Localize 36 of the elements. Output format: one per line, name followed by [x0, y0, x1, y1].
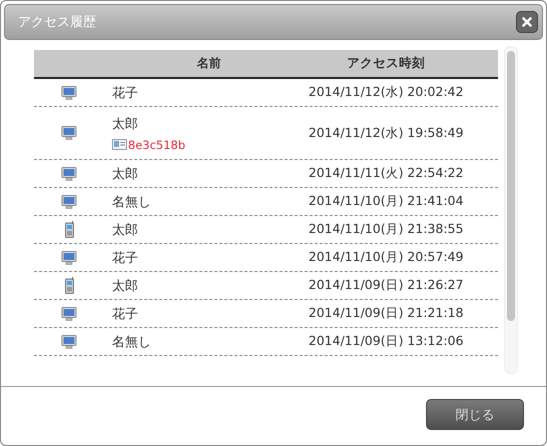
time-cell-text: 2014/11/10(月) 20:57:49 [308, 249, 464, 266]
time-cell-text: 2014/11/09(日) 21:21:18 [308, 305, 464, 322]
column-header: 名前 [196, 55, 222, 72]
name-cell-text: 太郎 [112, 278, 139, 294]
close-icon [522, 17, 532, 27]
name-cell-text: 花子 [112, 306, 139, 322]
monitor-icon [61, 250, 77, 264]
scrollbar[interactable] [504, 46, 518, 374]
name-cell-text: 太郎 [112, 166, 139, 182]
window-title: アクセス履歴 [18, 14, 96, 31]
phone-icon [64, 277, 74, 294]
time-cell-text: 2014/11/09(日) 13:12:06 [308, 333, 464, 350]
monitor-icon [61, 126, 77, 140]
close-dialog-button[interactable]: 閉じる [426, 399, 524, 430]
time-cell-text: 2014/11/09(日) 21:26:27 [308, 277, 464, 294]
name-cell-text: 花子 [112, 250, 139, 266]
id-card-icon [112, 139, 127, 150]
time-cell-text: 2014/11/10(月) 21:38:55 [308, 221, 464, 238]
time-cell-text: 2014/11/11(火) 22:54:22 [308, 165, 464, 182]
monitor-icon [61, 86, 77, 100]
monitor-icon [61, 194, 77, 208]
name-cell-text: 太郎 [112, 116, 139, 132]
monitor-icon [61, 166, 77, 180]
name-cell-text: 花子 [112, 84, 139, 102]
name-cell-text: 名無し [112, 194, 152, 210]
monitor-icon [61, 306, 77, 320]
time-cell-text: 2014/11/10(月) 21:41:04 [308, 193, 464, 210]
name-cell-text: 太郎 [112, 222, 139, 238]
monitor-icon [61, 334, 77, 348]
close-button[interactable] [516, 11, 538, 33]
phone-icon [64, 221, 74, 238]
time-cell-text: 2014/11/12(水) 20:02:42 [308, 84, 464, 101]
time-cell-text: 2014/11/12(水) 19:58:49 [308, 124, 464, 142]
column-header: アクセス時刻 [346, 55, 426, 72]
name-cell-text: 名無し [112, 334, 152, 350]
device-id: 8e3c518b [128, 138, 186, 152]
